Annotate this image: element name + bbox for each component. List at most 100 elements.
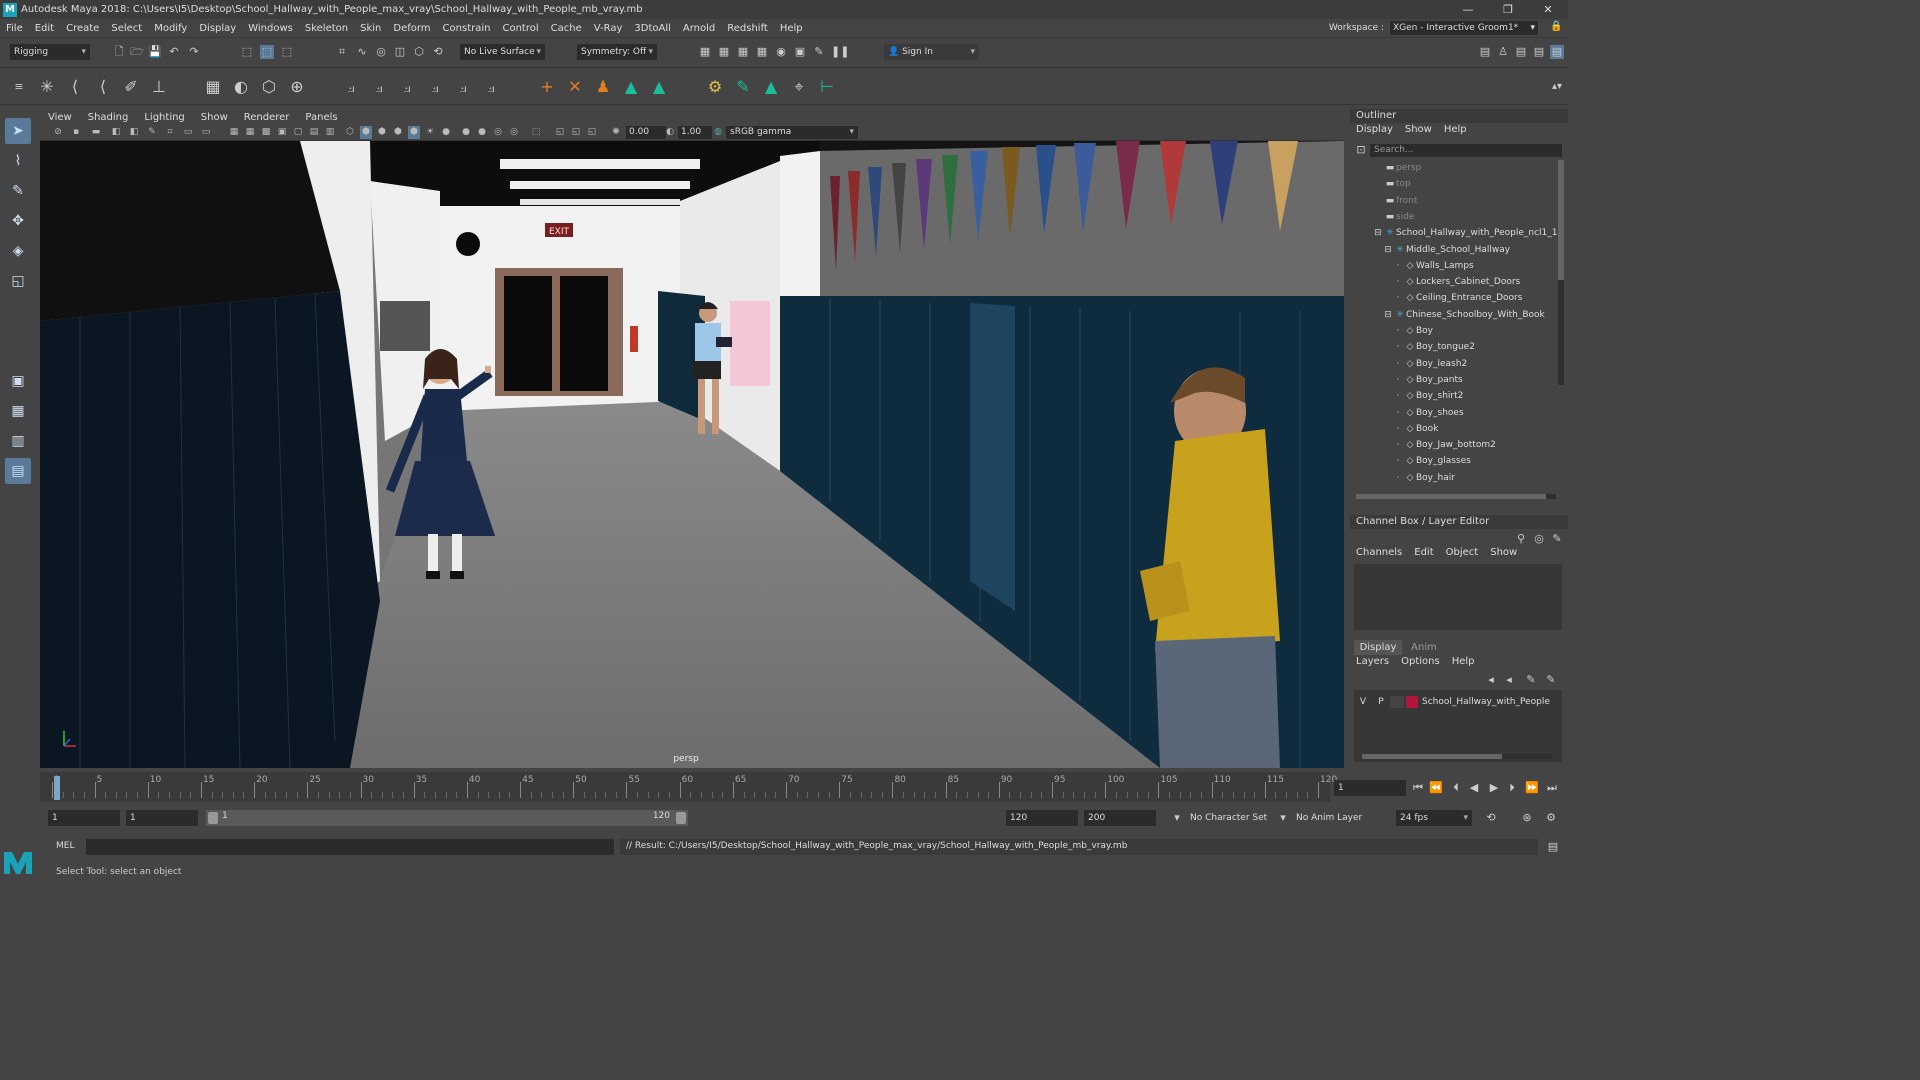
range-slider[interactable]: 1 120 (206, 810, 688, 826)
move-layer-down-icon[interactable]: ◂ (1502, 673, 1516, 687)
shelf-scroll-icon[interactable]: ▴▾ (1546, 76, 1568, 98)
menu-constrain[interactable]: Constrain (437, 23, 497, 34)
outliner-menu-display[interactable]: Display (1350, 124, 1399, 138)
xray-active-icon[interactable]: ◎ (492, 126, 504, 139)
time-slider[interactable]: 1510152025303540455055606570758085909510… (40, 772, 1337, 802)
new-scene-icon[interactable]: 🗋 (112, 45, 126, 59)
channel-menu-channels[interactable]: Channels (1350, 547, 1408, 561)
outliner-item[interactable]: ⊟ ✳ School_Hallway_with_People_ncl1_1 (1350, 225, 1557, 241)
anim-layer-chevron-icon[interactable]: ▾ (1276, 811, 1290, 825)
range-end-handle[interactable] (676, 812, 686, 824)
play-backward-icon[interactable]: ◀ (1466, 780, 1482, 796)
move-skinned-joints-icon[interactable]: ⊢ (816, 76, 838, 98)
animation-start-field[interactable]: 1 (48, 810, 120, 826)
move-tool-icon[interactable]: ✥ (5, 208, 31, 234)
lock-icon[interactable]: 🔒 (1550, 21, 1562, 35)
smooth-shade-icon[interactable]: ▩ (260, 126, 272, 139)
layer-visibility-toggle[interactable]: V (1354, 697, 1372, 707)
two-d-pan-icon[interactable]: ◧ (128, 126, 140, 139)
wireframe-on-shaded-icon[interactable]: ▣ (276, 126, 288, 139)
render-setup-icon[interactable]: ▣ (793, 45, 807, 59)
outliner-item[interactable]: ▬ side (1350, 209, 1555, 225)
snap-curve-icon[interactable]: ∿ (355, 45, 369, 59)
single-view-icon[interactable]: ▣ (5, 368, 31, 394)
channel-menu-edit[interactable]: Edit (1408, 547, 1439, 561)
scale-constraint-icon[interactable]: ⟓ (424, 76, 446, 98)
new-layer-icon[interactable]: ✎ (1544, 673, 1558, 687)
snap-pivot-icon[interactable]: ⟲ (431, 45, 445, 59)
open-scene-icon[interactable]: 🗁 (130, 45, 144, 59)
pole-vector-icon[interactable]: ⟓ (480, 76, 502, 98)
cluster-icon[interactable]: ◐ (230, 76, 252, 98)
menu-skeleton[interactable]: Skeleton (299, 23, 354, 34)
outliner-item[interactable]: ▬ persp (1350, 160, 1555, 176)
rotate-tool-icon[interactable]: ◈ (5, 238, 31, 264)
sign-in-dropdown[interactable]: 👤 Sign In (884, 44, 979, 60)
wire-icon[interactable]: ⊕ (286, 76, 308, 98)
wireframe-icon[interactable]: ▦ (244, 126, 256, 139)
menu-deform[interactable]: Deform (387, 23, 436, 34)
loop-icon[interactable]: ⟲ (1484, 811, 1498, 825)
gamma-field[interactable]: 1.00 (678, 126, 712, 139)
xray-joints-icon[interactable]: ● (476, 126, 488, 139)
paint-select-icon[interactable]: ✎ (5, 178, 31, 204)
joint-tool-icon[interactable]: ✳ (36, 76, 58, 98)
snap-surface-icon[interactable]: ⬡ (412, 45, 426, 59)
layer-menu-help[interactable]: Help (1446, 656, 1481, 670)
menu-help[interactable]: Help (774, 23, 809, 34)
menu-cache[interactable]: Cache (545, 23, 588, 34)
frame-selection-icon[interactable]: ◱ (570, 126, 582, 139)
menu-edit[interactable]: Edit (29, 23, 60, 34)
minimize-icon[interactable]: — (1448, 0, 1488, 19)
outliner-menu-show[interactable]: Show (1399, 124, 1438, 138)
smooth-bind-icon[interactable]: ▲ (760, 76, 782, 98)
grease-pencil-icon[interactable]: ✎ (146, 126, 158, 139)
paint-skin-icon[interactable]: ✎ (732, 76, 754, 98)
script-editor-icon[interactable]: ▤ (1546, 840, 1560, 854)
range-start-handle[interactable] (208, 812, 218, 824)
light-editor-icon[interactable]: ✎ (812, 45, 826, 59)
menu-arnold[interactable]: Arnold (677, 23, 721, 34)
xray-icon[interactable]: ▢ (292, 126, 304, 139)
bookmark-icon[interactable]: ▪ (70, 126, 82, 139)
playback-start-field[interactable]: 1 (126, 810, 198, 826)
workspace-dropdown[interactable]: XGen - Interactive Groom1* ▾ (1390, 21, 1538, 35)
outliner-item[interactable]: ▬ front (1350, 193, 1555, 209)
character-set-field[interactable]: No Character Set (1186, 810, 1280, 826)
use-lights-icon[interactable]: ▥ (324, 126, 336, 139)
anim-layer-field[interactable]: No Anim Layer (1292, 810, 1384, 826)
attribute-editor-small-icon[interactable]: ◎ (1532, 532, 1546, 546)
auto-key-icon[interactable]: ⊛ (1520, 811, 1534, 825)
locator-icon[interactable]: ⊥ (148, 76, 170, 98)
camera-icon[interactable]: ◧ (110, 126, 122, 139)
menu-windows[interactable]: Windows (242, 23, 299, 34)
outliner-item[interactable]: · ◇ Boy_shirt2 (1350, 388, 1555, 404)
command-input[interactable] (86, 839, 614, 855)
motion-blur-icon[interactable]: ⬢ (392, 126, 404, 139)
symmetry-dropdown[interactable]: Symmetry: Off (577, 44, 657, 60)
isolate-select-icon[interactable]: ● (460, 126, 472, 139)
lattice-icon[interactable]: ▦ (202, 76, 224, 98)
anti-alias-icon[interactable]: ⬢ (408, 126, 420, 139)
aim-constraint-icon[interactable]: ⟓ (368, 76, 390, 98)
viewport-persp[interactable]: EXIT persp (40, 141, 1344, 768)
outliner-item[interactable]: · ◇ Boy_Jaw_bottom2 (1350, 437, 1555, 453)
layer-color-swatch[interactable] (1406, 696, 1418, 708)
viewport-menu-lighting[interactable]: Lighting (136, 112, 192, 123)
parent-constraint-icon[interactable]: ⟓ (452, 76, 474, 98)
outliner-item[interactable]: · ◇ Boy_tongue2 (1350, 339, 1555, 355)
scale-tool-icon[interactable]: ◱ (5, 268, 31, 294)
outliner-item[interactable]: ⊟ ✳ Chinese_Schoolboy_With_Book (1350, 307, 1555, 323)
wrap-icon[interactable]: ⬡ (258, 76, 280, 98)
channel-menu-object[interactable]: Object (1440, 547, 1485, 561)
ipr-render-icon[interactable]: ▦ (736, 45, 750, 59)
menu-3dtoall[interactable]: 3DtoAll (628, 23, 677, 34)
outliner-item[interactable]: ⊟ ✳ Middle_School_Hallway (1350, 242, 1555, 258)
menu-skin[interactable]: Skin (354, 23, 387, 34)
frame-all-icon[interactable]: ◱ (554, 126, 566, 139)
attribute-editor-icon[interactable]: ▤ (1514, 45, 1528, 59)
render-settings-icon[interactable]: ▦ (755, 45, 769, 59)
lasso-tool-icon[interactable]: ⌇ (5, 148, 31, 174)
outliner-h-scrollbar[interactable] (1356, 494, 1556, 499)
orient-constraint-icon[interactable]: ⟓ (396, 76, 418, 98)
